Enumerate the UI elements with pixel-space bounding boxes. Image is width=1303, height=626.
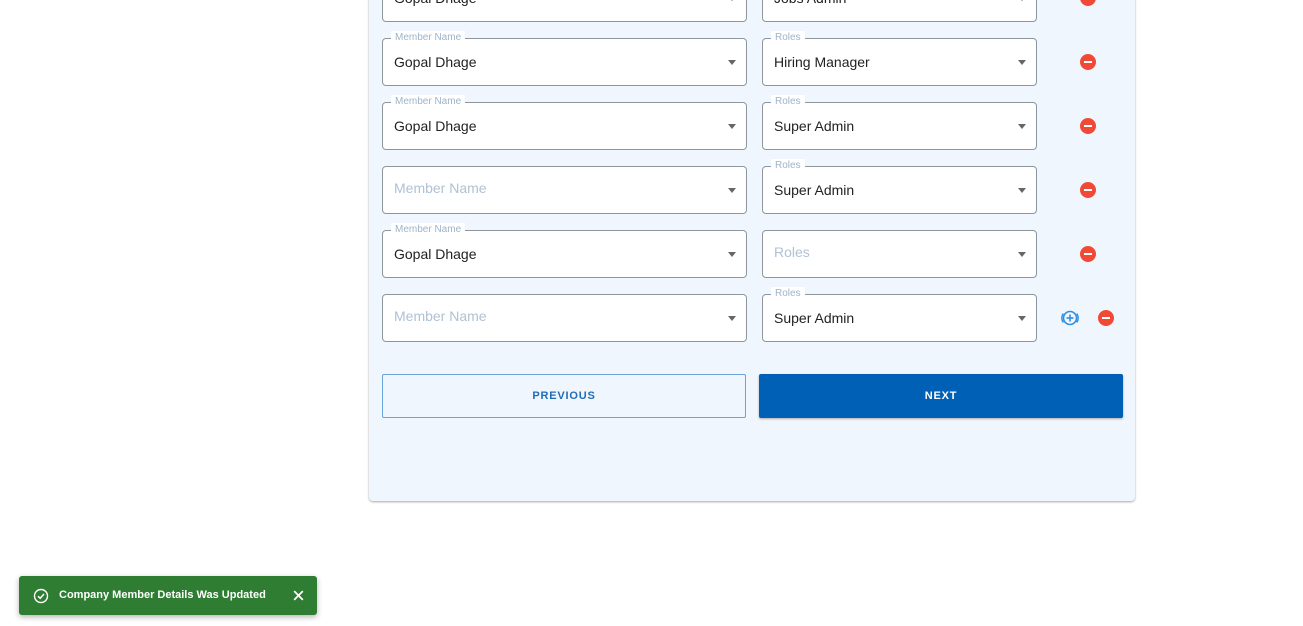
close-icon[interactable] bbox=[292, 589, 305, 602]
minus-circle-icon[interactable] bbox=[1080, 118, 1096, 134]
member-name-value: Gopal Dhage bbox=[394, 54, 477, 70]
caret-down-icon bbox=[728, 0, 736, 1]
toast-message: Company Member Details Was Updated bbox=[59, 589, 266, 601]
caret-down-icon bbox=[1018, 0, 1026, 1]
roles-select[interactable]: Roles bbox=[762, 230, 1037, 278]
roles-value: Jobs Admin bbox=[774, 0, 846, 21]
roles-value: Super Admin bbox=[774, 310, 855, 326]
member-name-placeholder: Member Name bbox=[394, 180, 487, 196]
caret-down-icon bbox=[728, 252, 736, 257]
member-name-select[interactable]: Member Name Gopal Dhage bbox=[382, 0, 747, 22]
member-name-value: Gopal Dhage bbox=[394, 0, 477, 21]
member-name-value: Gopal Dhage bbox=[394, 246, 477, 262]
caret-down-icon bbox=[1018, 124, 1026, 129]
caret-down-icon bbox=[728, 316, 736, 321]
check-circle-icon bbox=[33, 588, 49, 604]
roles-value: Super Admin bbox=[774, 118, 855, 134]
roles-select[interactable]: Roles Super Admin bbox=[762, 159, 1037, 214]
member-name-select[interactable]: Member Name Gopal Dhage bbox=[382, 95, 747, 150]
caret-down-icon bbox=[1018, 252, 1026, 257]
roles-select[interactable]: Roles Super Admin bbox=[762, 287, 1037, 342]
roles-value: Hiring Manager bbox=[774, 54, 870, 70]
member-name-select[interactable]: Member Name Gopal Dhage bbox=[382, 31, 747, 86]
roles-select[interactable]: Roles Jobs Admin bbox=[762, 0, 1037, 22]
minus-circle-icon[interactable] bbox=[1098, 310, 1114, 326]
roles-placeholder: Roles bbox=[774, 244, 810, 260]
caret-down-icon bbox=[1018, 316, 1026, 321]
next-button[interactable]: NEXT bbox=[759, 374, 1123, 418]
caret-down-icon bbox=[1018, 188, 1026, 193]
plus-circle-icon[interactable] bbox=[1060, 308, 1080, 328]
member-name-value: Gopal Dhage bbox=[394, 118, 477, 134]
minus-circle-icon[interactable] bbox=[1080, 54, 1096, 70]
success-toast: Company Member Details Was Updated bbox=[19, 576, 317, 615]
caret-down-icon bbox=[1018, 60, 1026, 65]
minus-circle-icon[interactable] bbox=[1080, 182, 1096, 198]
previous-button[interactable]: PREVIOUS bbox=[382, 374, 746, 418]
minus-circle-icon[interactable] bbox=[1080, 246, 1096, 262]
caret-down-icon bbox=[728, 124, 736, 129]
member-name-select[interactable]: Member Name bbox=[382, 166, 747, 214]
roles-select[interactable]: Roles Super Admin bbox=[762, 95, 1037, 150]
caret-down-icon bbox=[728, 60, 736, 65]
member-name-select[interactable]: Member Name bbox=[382, 294, 747, 342]
roles-value: Super Admin bbox=[774, 182, 855, 198]
member-name-placeholder: Member Name bbox=[394, 308, 487, 324]
roles-select[interactable]: Roles Hiring Manager bbox=[762, 31, 1037, 86]
member-name-select[interactable]: Member Name Gopal Dhage bbox=[382, 223, 747, 278]
caret-down-icon bbox=[728, 188, 736, 193]
